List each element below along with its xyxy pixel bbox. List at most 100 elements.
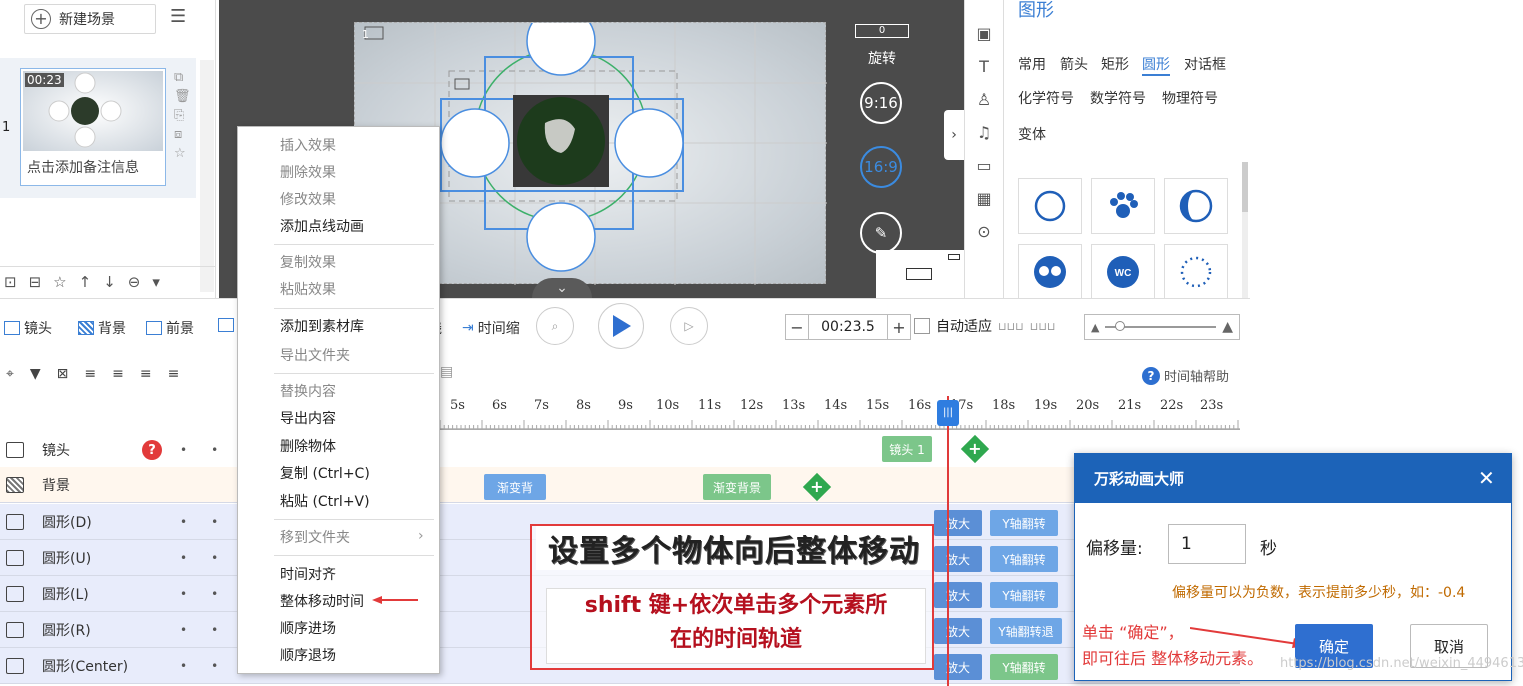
- camera-clip[interactable]: 镜头 1: [882, 436, 932, 462]
- track-background[interactable]: 背景: [0, 467, 1240, 503]
- effect-clip[interactable]: 放大: [934, 546, 982, 572]
- time-minus-button[interactable]: −: [786, 318, 808, 337]
- rotate-value[interactable]: 0: [855, 24, 909, 38]
- favorite-icon[interactable]: ☆: [53, 273, 66, 291]
- paw-shape[interactable]: [1091, 178, 1155, 234]
- menu-sequential-enter[interactable]: 顺序进场: [280, 618, 336, 638]
- zoom-slider-knob[interactable]: [1115, 321, 1126, 331]
- menu-insert-effect[interactable]: 插入效果: [280, 135, 336, 155]
- tab-timeline-zoom[interactable]: ⇥ 时间缩: [462, 318, 520, 338]
- text-icon[interactable]: T: [979, 57, 989, 76]
- minimap[interactable]: [876, 250, 966, 298]
- effect-clip[interactable]: 放大: [934, 618, 982, 644]
- tab-camera[interactable]: 镜头: [4, 318, 52, 338]
- menu-replace-content[interactable]: 替换内容: [280, 381, 336, 401]
- effect-clip[interactable]: Y轴翻转: [990, 654, 1058, 680]
- menu-move-to-folder[interactable]: 移到文件夹: [280, 527, 350, 547]
- shape-category-physics[interactable]: 物理符号: [1162, 88, 1218, 108]
- menu-modify-effect[interactable]: 修改效果: [280, 189, 336, 209]
- menu-move-whole-time[interactable]: 整体移动时间: [280, 591, 364, 611]
- menu-add-to-library[interactable]: 添加到素材库: [280, 316, 364, 336]
- time-input[interactable]: − 00:23.5 +: [785, 314, 911, 340]
- camera-warning-icon[interactable]: ?: [142, 440, 162, 460]
- target-icon[interactable]: ⌖: [6, 366, 14, 382]
- menu-export-folder[interactable]: 导出文件夹: [280, 345, 350, 365]
- shape-category-arrow[interactable]: 箭头: [1060, 54, 1088, 74]
- shape-category-variant[interactable]: 变体: [1018, 124, 1046, 144]
- zoom-fit-button[interactable]: ⌕: [536, 307, 574, 345]
- dotted-circle-shape[interactable]: [1164, 244, 1228, 300]
- time-value[interactable]: 00:23.5: [808, 315, 888, 339]
- shape-category-rect[interactable]: 矩形: [1101, 54, 1129, 74]
- menu-sequential-exit[interactable]: 顺序退场: [280, 645, 336, 665]
- ratio-9-16-button[interactable]: 9:16: [860, 82, 902, 124]
- close-icon[interactable]: ✕: [1478, 466, 1495, 490]
- minimize-icon[interactable]: [948, 254, 960, 260]
- menu-copy[interactable]: 复制 (Ctrl+C): [280, 463, 370, 483]
- export-icon[interactable]: ⎘: [174, 108, 190, 123]
- ratio-16-9-button[interactable]: 16:9: [860, 146, 902, 188]
- shape-scrollbar-thumb[interactable]: [1242, 162, 1248, 212]
- menu-add-dotted-animation[interactable]: 添加点线动画: [280, 216, 364, 236]
- shape-category-dialog[interactable]: 对话框: [1184, 54, 1226, 74]
- shape-category-common[interactable]: 常用: [1018, 54, 1046, 74]
- image-icon[interactable]: ▣: [976, 24, 991, 43]
- music-icon[interactable]: ♫: [977, 123, 991, 142]
- menu-delete-effect[interactable]: 删除效果: [280, 162, 336, 182]
- character-icon[interactable]: ♙: [977, 90, 991, 109]
- track-options[interactable]: ••: [180, 623, 242, 637]
- track-options[interactable]: ••: [180, 659, 242, 673]
- more-icon[interactable]: ⊖: [128, 273, 141, 291]
- menu-export-content[interactable]: 导出内容: [280, 408, 336, 428]
- effect-clip[interactable]: 放大: [934, 510, 982, 536]
- background-clip[interactable]: 渐变背景: [703, 474, 771, 500]
- next-frame-button[interactable]: ▷: [670, 307, 708, 345]
- time-plus-button[interactable]: +: [888, 318, 910, 337]
- minimap-viewport[interactable]: [906, 268, 932, 280]
- filter-icon[interactable]: ▼: [30, 366, 41, 382]
- scene-scrollbar[interactable]: [200, 60, 214, 292]
- effect-clip[interactable]: 放大: [934, 654, 982, 680]
- tab-foreground[interactable]: 前景: [146, 318, 194, 338]
- duplicate-icon[interactable]: ⧈: [174, 127, 190, 142]
- align-left-icon[interactable]: ≡: [84, 366, 96, 382]
- align-center-icon[interactable]: ≡: [112, 366, 124, 382]
- effect-clip[interactable]: 放大: [934, 582, 982, 608]
- circle-shape[interactable]: [1018, 178, 1082, 234]
- collapse-panel-button[interactable]: ›: [944, 110, 964, 160]
- zoom-out-icon[interactable]: ▲: [1091, 321, 1099, 334]
- playhead-handle[interactable]: |||: [937, 400, 959, 426]
- track-camera[interactable]: 镜头 ••: [0, 432, 1240, 468]
- clear-filter-icon[interactable]: ⊠: [57, 366, 69, 382]
- timeline-help-link[interactable]: ? 时间轴帮助: [1142, 366, 1229, 385]
- eyes-shape[interactable]: [1018, 244, 1082, 300]
- zoom-in-icon[interactable]: ▲: [1222, 319, 1233, 335]
- play-button[interactable]: [598, 303, 644, 349]
- track-options[interactable]: ••: [180, 443, 242, 457]
- background-clip[interactable]: 渐变背: [484, 474, 546, 500]
- star-icon[interactable]: ☆: [174, 146, 190, 161]
- menu-time-align[interactable]: 时间对齐: [280, 564, 336, 584]
- effect-clip[interactable]: Y轴翻转: [990, 582, 1058, 608]
- track-options[interactable]: ••: [180, 587, 242, 601]
- export-scene-icon[interactable]: ⊟: [29, 273, 42, 291]
- insert-icon[interactable]: ⊡: [4, 273, 17, 291]
- menu-copy-effect[interactable]: 复制效果: [280, 252, 336, 272]
- picture-icon[interactable]: ▦: [976, 189, 991, 208]
- edit-pen-button[interactable]: ✎: [860, 212, 902, 254]
- timeline-extra-icon[interactable]: ▤: [440, 364, 453, 380]
- shape-category-chemistry[interactable]: 化学符号: [1018, 88, 1074, 108]
- half-moon-shape[interactable]: [1164, 178, 1228, 234]
- menu-delete-object[interactable]: 删除物体: [280, 436, 336, 456]
- move-up-icon[interactable]: ↑: [79, 273, 92, 291]
- zoom-slider-track[interactable]: [1105, 321, 1217, 331]
- timeline-zoom-slider[interactable]: ▲ ▲: [1084, 314, 1240, 340]
- new-scene-button[interactable]: + 新建场景: [24, 4, 156, 34]
- track-options[interactable]: ••: [180, 515, 242, 529]
- auto-fit-checkbox[interactable]: [914, 318, 930, 334]
- fit-width-icon[interactable]: ⊔⊔⊔: [998, 320, 1024, 333]
- speech-bubble-icon[interactable]: ▭: [976, 156, 991, 175]
- fit-height-icon[interactable]: ⊔⊔⊔: [1030, 320, 1056, 333]
- copy-icon[interactable]: ⧉: [174, 70, 190, 85]
- wc-shape[interactable]: WC: [1091, 244, 1155, 300]
